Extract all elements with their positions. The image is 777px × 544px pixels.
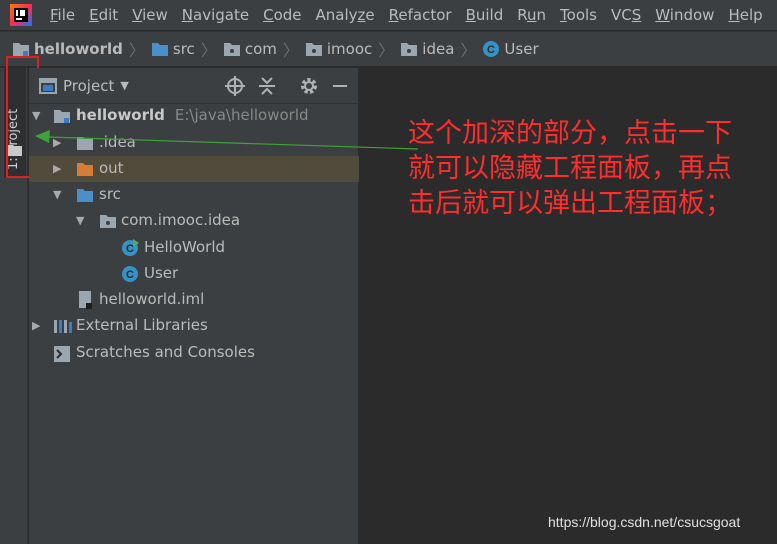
annotation-line: 就可以隐藏工程面板，再点	[408, 153, 732, 184]
watermark: https://blog.csdn.net/csucsgoat	[548, 514, 741, 530]
annotation-arrow	[35, 130, 419, 150]
annotation-line: 击后就可以弹出工程面板；	[408, 188, 732, 219]
annotation-note: 这个加深的部分，点击一下 就可以隐藏工程面板，再点 击后就可以弹出工程面板；	[408, 116, 777, 221]
annotation-line: 这个加深的部分，点击一下	[408, 118, 732, 149]
